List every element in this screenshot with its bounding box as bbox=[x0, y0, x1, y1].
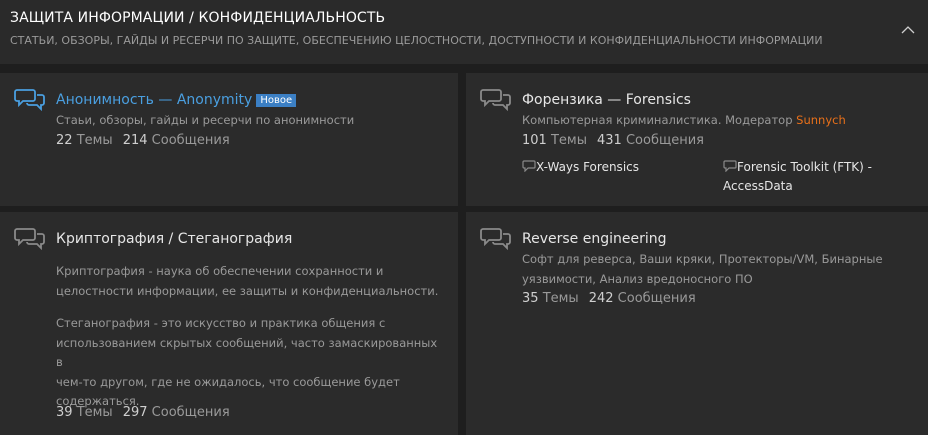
chat-bubbles-icon bbox=[14, 89, 45, 111]
desc-line: Криптография - наука об обеспечении сохр… bbox=[56, 264, 384, 278]
forum-title-text[interactable]: Анонимность — Anonymity bbox=[56, 92, 252, 108]
forum-title-anonymity[interactable]: Анонимность — Anonymity Новое bbox=[56, 92, 297, 108]
category-title[interactable]: ЗАЩИТА ИНФОРМАЦИИ / КОНФИДЕНЦИАЛЬНОСТЬ bbox=[10, 10, 385, 26]
desc-line: Софт для реверса, Ваши кряки, Протекторы… bbox=[522, 252, 883, 266]
forum-card-anonymity: Анонимность — Anonymity Новое Стаьи, обзо… bbox=[0, 73, 458, 206]
posts-label: Сообщения bbox=[625, 133, 704, 148]
forum-stats: 35 Темы 242 Сообщения bbox=[522, 291, 696, 306]
forum-stats: 22 Темы 214 Сообщения bbox=[56, 133, 230, 148]
new-badge: Новое bbox=[256, 94, 297, 107]
forum-stats: 101 Темы 431 Сообщения bbox=[522, 133, 704, 148]
chat-icon bbox=[522, 160, 536, 172]
posts-label: Сообщения bbox=[151, 133, 230, 148]
threads-label: Темы bbox=[550, 133, 587, 148]
chevron-up-icon[interactable] bbox=[900, 22, 916, 38]
subforum-link-xways[interactable]: X-Ways Forensics bbox=[522, 158, 639, 177]
chat-bubbles-icon bbox=[480, 228, 511, 250]
forum-description: Софт для реверса, Ваши кряки, Протекторы… bbox=[522, 250, 912, 289]
forum-card-forensics: Форензика — Forensics Компьютерная крими… bbox=[466, 73, 928, 206]
subforum-label-cont[interactable]: AccessData bbox=[723, 179, 793, 193]
chat-bubbles-icon bbox=[480, 89, 511, 111]
posts-count: 431 bbox=[596, 133, 622, 148]
subforum-label[interactable]: X-Ways Forensics bbox=[536, 160, 639, 174]
posts-label: Сообщения bbox=[617, 291, 696, 306]
subforum-label[interactable]: Forensic Toolkit (FTK) - bbox=[737, 160, 872, 174]
threads-count: 22 bbox=[56, 133, 73, 148]
forum-description-text: Компьютерная криминалистика. Модератор bbox=[522, 113, 793, 127]
forum-title-forensics[interactable]: Форензика — Forensics bbox=[522, 92, 691, 108]
chat-icon bbox=[723, 160, 737, 172]
forum-description: Компьютерная криминалистика. Модератор S… bbox=[522, 111, 912, 131]
forum-title-crypto[interactable]: Криптография / Стеганография bbox=[56, 231, 292, 247]
forum-title-reverse[interactable]: Reverse engineering bbox=[522, 231, 667, 247]
subforum-link-ftk[interactable]: Forensic Toolkit (FTK) - AccessData bbox=[723, 158, 872, 196]
threads-count: 101 bbox=[522, 133, 547, 148]
chat-bubbles-icon bbox=[14, 228, 45, 250]
posts-count: 297 bbox=[122, 405, 148, 420]
posts-count: 242 bbox=[588, 291, 614, 306]
threads-label: Темы bbox=[76, 133, 113, 148]
desc-line: целостности информации, ее защиты и конф… bbox=[56, 283, 439, 298]
category-description: СТАТЬИ, ОБЗОРЫ, ГАЙДЫ И РЕСЕРЧИ ПО ЗАЩИТ… bbox=[10, 34, 823, 47]
desc-line: Стеганография - это искусство и практика… bbox=[56, 316, 386, 330]
category-header: ЗАЩИТА ИНФОРМАЦИИ / КОНФИДЕНЦИАЛЬНОСТЬ С… bbox=[0, 0, 928, 64]
forum-description-stego: Стеганография - это искусство и практика… bbox=[56, 314, 446, 412]
threads-count: 39 bbox=[56, 405, 73, 420]
desc-line: использованием скрытых сообщений, часто … bbox=[56, 335, 438, 370]
posts-count: 214 bbox=[122, 133, 148, 148]
forum-card-reverse: Reverse engineering Софт для реверса, Ва… bbox=[466, 212, 928, 435]
moderator-link[interactable]: Sunnych bbox=[796, 113, 846, 127]
forum-description-crypto: Криптография - наука об обеспечении сохр… bbox=[56, 262, 446, 301]
forum-card-crypto: Криптография / Стеганография Криптографи… bbox=[0, 212, 458, 435]
posts-label: Сообщения bbox=[151, 405, 230, 420]
forum-stats: 39 Темы 297 Сообщения bbox=[56, 405, 230, 420]
threads-label: Темы bbox=[76, 405, 113, 420]
threads-label: Темы bbox=[542, 291, 579, 306]
desc-line: чем-то другом, где не ожидалось, что соо… bbox=[56, 374, 400, 389]
desc-line: уязвимости, Анализ вредоносного ПО bbox=[522, 271, 753, 286]
forum-description: Стаьи, обзоры, гайды и ресерчи по аноним… bbox=[56, 113, 355, 127]
threads-count: 35 bbox=[522, 291, 539, 306]
